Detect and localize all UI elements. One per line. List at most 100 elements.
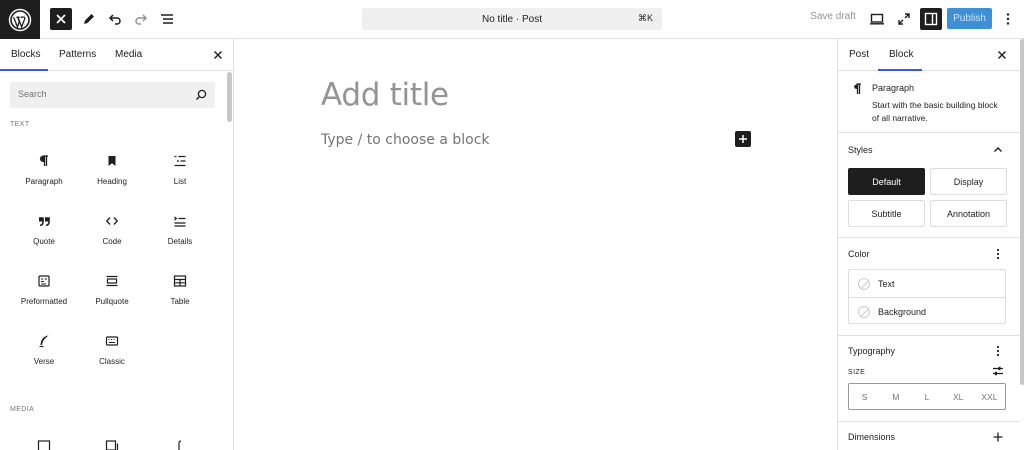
options-button[interactable] <box>997 8 1019 30</box>
publish-button[interactable]: Publish <box>947 8 992 29</box>
tab-post[interactable]: Post <box>849 49 869 60</box>
category-text-label: TEXT <box>10 121 30 128</box>
style-annotation-button[interactable]: Annotation <box>930 200 1007 227</box>
block-label: Preformatted <box>20 297 68 306</box>
block-card-title: Paragraph <box>872 83 915 93</box>
sidebar-icon <box>924 12 938 26</box>
panel-divider <box>838 237 1020 238</box>
block-inserter-panel: Blocks Patterns Media TEXT Paragraph Hea… <box>0 39 234 450</box>
sidebar-tabs: Post Block <box>838 39 1024 71</box>
desktop-icon <box>870 13 884 25</box>
font-size-s[interactable]: S <box>849 384 880 409</box>
fullscreen-button[interactable] <box>893 8 915 30</box>
font-size-l[interactable]: L <box>911 384 942 409</box>
search-input[interactable] <box>18 89 188 99</box>
post-title-input[interactable]: Add title <box>321 77 449 113</box>
search-icon[interactable] <box>194 88 208 102</box>
close-icon[interactable] <box>211 48 225 62</box>
wordpress-logo-icon[interactable] <box>0 0 40 39</box>
style-default-button[interactable]: Default <box>848 168 925 195</box>
color-swatch <box>858 305 870 318</box>
document-overview-button[interactable] <box>155 7 179 31</box>
chevron-up-icon[interactable] <box>991 143 1005 157</box>
details-icon <box>172 213 188 229</box>
close-icon[interactable] <box>995 48 1009 62</box>
block-item-verse[interactable]: Verse <box>10 325 78 379</box>
gallery-icon[interactable] <box>105 439 119 450</box>
block-item-classic[interactable]: Classic <box>78 325 146 379</box>
font-size-label: SIZE <box>848 369 866 376</box>
tab-block[interactable]: Block <box>889 49 913 60</box>
save-draft-button[interactable]: Save draft <box>806 11 860 22</box>
paragraph-block-placeholder[interactable]: Type / to choose a block <box>321 132 490 148</box>
style-subtitle-button[interactable]: Subtitle <box>848 200 925 227</box>
image-icon[interactable] <box>37 439 51 450</box>
tab-media[interactable]: Media <box>115 49 142 60</box>
block-item-preformatted[interactable]: Preformatted <box>10 265 78 319</box>
block-item-heading[interactable]: Heading <box>78 145 146 199</box>
block-item-code[interactable]: Code <box>78 205 146 259</box>
panel-divider <box>838 421 1020 422</box>
close-inserter-button[interactable] <box>50 8 72 30</box>
color-swatch <box>858 277 870 290</box>
dimensions-panel-heading: Dimensions <box>848 432 896 442</box>
block-label: Heading <box>97 177 127 186</box>
block-label: Code <box>102 237 122 246</box>
active-tab-indicator <box>878 69 922 71</box>
font-size-m[interactable]: M <box>880 384 911 409</box>
editor-header: No title · Post ⌘K Save draft Publish <box>0 0 1024 39</box>
add-block-button[interactable] <box>735 131 751 147</box>
heading-icon <box>104 153 120 169</box>
block-label: Classic <box>99 357 125 366</box>
tools-button[interactable] <box>77 7 101 31</box>
redo-button[interactable] <box>129 7 153 31</box>
pencil-icon <box>84 14 94 24</box>
undo-button[interactable] <box>103 7 127 31</box>
plus-icon[interactable] <box>991 430 1005 444</box>
close-icon <box>56 14 66 24</box>
block-item-quote[interactable]: Quote <box>10 205 78 259</box>
block-item-pullquote[interactable]: Pullquote <box>78 265 146 319</box>
inserter-tabs: Blocks Patterns Media <box>0 39 233 71</box>
text-color-option[interactable]: Text <box>849 270 1005 297</box>
paragraph-icon <box>36 153 52 169</box>
sidebar-scrollbar[interactable] <box>1020 39 1024 385</box>
command-shortcut: ⌘K <box>637 13 653 23</box>
tab-patterns[interactable]: Patterns <box>59 49 96 60</box>
more-vertical-icon[interactable] <box>991 247 1005 261</box>
preformatted-icon <box>36 273 52 289</box>
active-tab-indicator <box>0 69 48 71</box>
panel-divider <box>838 335 1020 336</box>
block-item-table[interactable]: Table <box>146 265 214 319</box>
block-label: Details <box>167 237 193 246</box>
audio-icon[interactable] <box>173 439 187 450</box>
font-size-xxl[interactable]: XXL <box>974 384 1005 409</box>
redo-icon <box>135 14 148 25</box>
background-color-option[interactable]: Background <box>849 298 1005 325</box>
block-label: Verse <box>33 357 55 366</box>
font-size-xl[interactable]: XL <box>943 384 974 409</box>
block-item-list[interactable]: List <box>146 145 214 199</box>
classic-icon <box>104 333 120 349</box>
color-option-label: Text <box>878 278 895 289</box>
block-label: List <box>173 177 187 186</box>
font-size-picker: S M L XL XXL <box>848 383 1006 410</box>
inserter-scrollbar[interactable] <box>227 72 232 122</box>
styles-panel-heading[interactable]: Styles <box>848 145 873 155</box>
settings-sliders-icon[interactable] <box>991 364 1005 378</box>
style-display-button[interactable]: Display <box>930 168 1007 195</box>
paragraph-icon <box>854 83 861 94</box>
settings-toggle-button[interactable] <box>920 8 942 30</box>
block-item-paragraph[interactable]: Paragraph <box>10 145 78 199</box>
tab-blocks[interactable]: Blocks <box>11 49 40 60</box>
command-palette-bar[interactable]: No title · Post ⌘K <box>362 8 662 30</box>
preview-button[interactable] <box>866 8 888 30</box>
table-icon <box>172 273 188 289</box>
block-card-description: Start with the basic building block of a… <box>872 100 998 123</box>
verse-icon <box>36 333 52 349</box>
editor-canvas: Add title Type / to choose a block <box>235 39 836 450</box>
more-vertical-icon[interactable] <box>991 344 1005 358</box>
block-label: Quote <box>33 237 55 246</box>
block-item-details[interactable]: Details <box>146 205 214 259</box>
document-title: No title · Post <box>481 13 543 25</box>
